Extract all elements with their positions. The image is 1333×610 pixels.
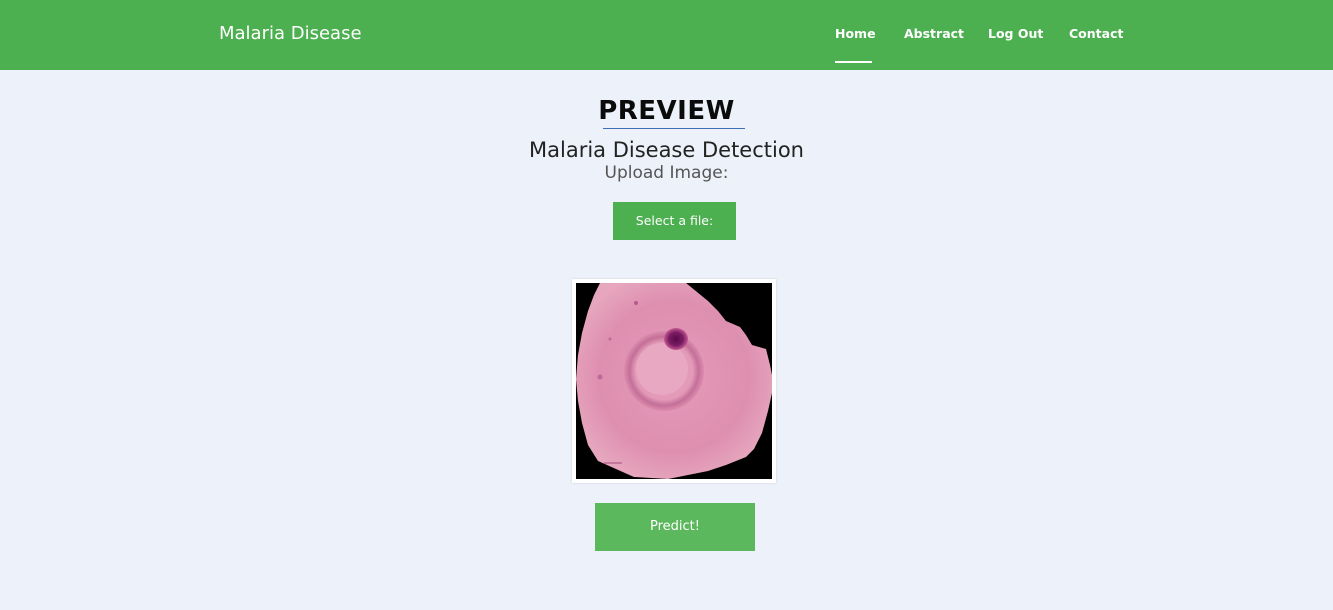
nav-link-contact[interactable]: Contact — [1069, 26, 1123, 42]
page-heading: PREVIEW — [598, 96, 735, 126]
nav-link-logout[interactable]: Log Out — [988, 26, 1043, 42]
blood-cell-preview-image — [576, 283, 772, 479]
predict-button[interactable]: Predict! — [595, 503, 755, 551]
brand-title[interactable]: Malaria Disease — [219, 22, 362, 46]
active-nav-indicator — [835, 61, 872, 63]
image-preview-frame — [572, 279, 776, 483]
nav-link-abstract[interactable]: Abstract — [904, 26, 964, 42]
heading-underline — [603, 128, 745, 129]
navbar: Malaria Disease Home Abstract Log Out Co… — [0, 0, 1333, 70]
upload-label: Upload Image: — [604, 163, 729, 183]
blood-cell-image — [576, 283, 772, 479]
select-file-button[interactable]: Select a file: — [613, 202, 736, 240]
nav-link-home[interactable]: Home — [835, 26, 876, 42]
page-subtitle: Malaria Disease Detection — [529, 138, 804, 162]
